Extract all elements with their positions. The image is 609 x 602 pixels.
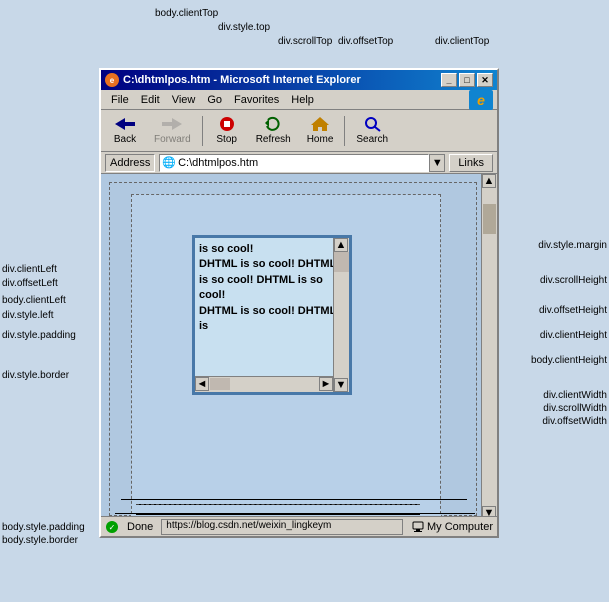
annotation-div-client-width: div.clientWidth	[543, 390, 607, 401]
content-area: is so cool!DHTML is so cool! DHTML is so…	[101, 174, 497, 536]
annotation-body-client-left: body.clientLeft	[2, 295, 66, 306]
scrollbar-up-arrow[interactable]: ▲	[334, 238, 348, 252]
annotation-div-offset-top: div.offsetTop	[338, 36, 393, 47]
div-scrollbar-v[interactable]: ▲ ▼	[333, 238, 349, 392]
annotation-div-offset-height: div.offsetHeight	[539, 305, 607, 316]
annotation-body-client-top: body.clientTop	[155, 8, 218, 19]
scrollbar-thumb-h[interactable]	[210, 378, 230, 390]
refresh-label: Refresh	[256, 134, 291, 145]
window-title: C:\dhtmlpos.htm - Microsoft Internet Exp…	[123, 74, 361, 86]
ie-icon: e	[105, 73, 119, 87]
body-offset-width-line	[115, 513, 475, 514]
minimize-button[interactable]: _	[441, 73, 457, 87]
address-bar: Address 🌐 C:\dhtmlpos.htm ▼ Links	[101, 152, 497, 174]
menu-go[interactable]: Go	[201, 92, 228, 108]
stop-icon	[217, 116, 237, 132]
scrollbar-left-arrow[interactable]: ◄	[195, 377, 209, 391]
maximize-button[interactable]: □	[459, 73, 475, 87]
title-bar: e C:\dhtmlpos.htm - Microsoft Internet E…	[101, 70, 497, 90]
back-icon	[115, 116, 135, 132]
ie-favicon: 🌐	[162, 156, 176, 169]
title-bar-left: e C:\dhtmlpos.htm - Microsoft Internet E…	[105, 73, 361, 87]
back-button[interactable]: Back	[105, 113, 145, 148]
done-icon: ✓	[105, 520, 119, 534]
home-label: Home	[307, 134, 334, 145]
inner-width-line	[136, 514, 420, 515]
search-label: Search	[356, 134, 388, 145]
annotation-body-client-height: body.clientHeight	[531, 355, 607, 366]
window-scrollbar-v[interactable]: ▲ ▼	[481, 174, 497, 520]
scrollbar-thumb-v[interactable]	[334, 252, 349, 272]
div-scrollbar-h[interactable]: ◄ ►	[195, 376, 333, 392]
toolbar-separator-1	[202, 116, 203, 146]
status-text: Done	[127, 521, 153, 533]
inner-offset-line	[136, 504, 420, 505]
win-scroll-up[interactable]: ▲	[482, 174, 496, 188]
stop-label: Stop	[216, 134, 237, 145]
search-icon	[362, 116, 382, 132]
links-button[interactable]: Links	[449, 154, 493, 172]
annotation-div-scroll-height: div.scrollHeight	[540, 275, 607, 286]
address-input-wrapper: 🌐 C:\dhtmlpos.htm ▼	[159, 154, 445, 172]
div-content: is so cool!DHTML is so cool! DHTML is so…	[195, 238, 349, 338]
refresh-icon	[263, 116, 283, 132]
forward-icon	[162, 116, 182, 132]
title-buttons: _ □ ✕	[441, 73, 493, 87]
status-icon: ✓	[105, 520, 119, 534]
scrollbar-down-arrow[interactable]: ▼	[334, 378, 348, 392]
annotation-div-offset-width: div.offsetWidth	[542, 416, 607, 427]
home-icon	[310, 116, 330, 132]
stop-button[interactable]: Stop	[207, 113, 247, 148]
address-input[interactable]: 🌐 C:\dhtmlpos.htm	[159, 154, 429, 172]
annotation-div-style-top: div.style.top	[218, 22, 270, 33]
annotation-div-scroll-top: div.scrollTop	[278, 36, 332, 47]
forward-button[interactable]: Forward	[147, 113, 198, 148]
status-bar: ✓ Done https://blog.csdn.net/weixin_ling…	[101, 516, 497, 536]
annotation-body-style-padding: body.style.padding	[2, 522, 85, 533]
inner-div: is so cool!DHTML is so cool! DHTML is so…	[131, 194, 441, 524]
address-value: C:\dhtmlpos.htm	[178, 157, 258, 169]
annotation-body-style-border: body.style.border	[2, 535, 78, 546]
close-button[interactable]: ✕	[477, 73, 493, 87]
menu-bar: File Edit View Go Favorites Help e	[101, 90, 497, 110]
annotation-div-client-left: div.clientLeft	[2, 264, 57, 275]
annotation-div-offset-left: div.offsetLeft	[2, 278, 58, 289]
status-zone: My Computer	[411, 520, 493, 534]
address-dropdown[interactable]: ▼	[429, 154, 445, 172]
win-scroll-thumb-v[interactable]	[483, 204, 496, 234]
toolbar-separator-2	[344, 116, 345, 146]
forward-label: Forward	[154, 134, 191, 145]
annotation-div-client-height: div.clientHeight	[540, 330, 607, 341]
scrollbar-right-arrow[interactable]: ►	[319, 377, 333, 391]
outer-area: body.clientTop div.style.top div.scrollT…	[0, 0, 609, 602]
annotation-div-style-margin: div.style.margin	[538, 240, 607, 251]
annotation-div-style-padding: div.style.padding	[2, 330, 76, 341]
computer-icon	[411, 520, 425, 534]
menu-help[interactable]: Help	[285, 92, 320, 108]
ie-window: e C:\dhtmlpos.htm - Microsoft Internet E…	[99, 68, 499, 538]
address-label: Address	[105, 154, 155, 172]
home-button[interactable]: Home	[300, 113, 341, 148]
back-label: Back	[114, 134, 136, 145]
annotation-div-client-top-top: div.clientTop	[435, 36, 489, 47]
status-url: https://blog.csdn.net/weixin_lingkeym	[161, 519, 403, 535]
body-client-width-line	[121, 499, 467, 500]
ie-logo: e	[469, 90, 493, 110]
annotation-div-style-border: div.style.border	[2, 370, 69, 381]
status-zone-text: My Computer	[427, 521, 493, 533]
menu-file[interactable]: File	[105, 92, 135, 108]
annotation-div-style-left: div.style.left	[2, 310, 54, 321]
toolbar: Back Forward Stop Refresh Home	[101, 110, 497, 152]
search-button[interactable]: Search	[349, 113, 395, 148]
div-text: is so cool!DHTML is so cool! DHTML is so…	[199, 242, 345, 334]
menu-view[interactable]: View	[166, 92, 202, 108]
svg-text:✓: ✓	[109, 523, 116, 532]
annotation-div-scroll-width: div.scrollWidth	[543, 403, 607, 414]
menu-edit[interactable]: Edit	[135, 92, 166, 108]
menu-favorites[interactable]: Favorites	[228, 92, 285, 108]
scrollable-div: is so cool!DHTML is so cool! DHTML is so…	[192, 235, 352, 395]
refresh-button[interactable]: Refresh	[249, 113, 298, 148]
